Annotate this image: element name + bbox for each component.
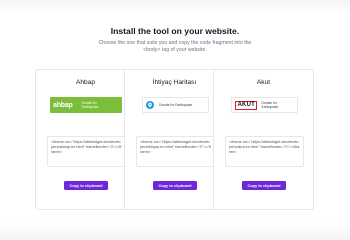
ihtiyac-logo-icon — [146, 101, 154, 109]
ihtiyac-embed-code[interactable]: <iframe src="https://afetwidget.devdevel… — [136, 136, 215, 167]
akut-copy-button[interactable]: Copy to clipboard — [242, 181, 286, 190]
akut-embed-code[interactable]: <iframe src="https://afetwidget.devdevel… — [225, 136, 304, 167]
ihtiyac-badge-label: Donate for Earthquake — [159, 103, 193, 107]
ihtiyac-haritasi-card: İhtiyaç Haritası Donate for Earthquake <… — [124, 69, 225, 210]
card-title-ihtiyac-haritasi: İhtiyaç Haritası — [152, 79, 197, 86]
ahbap-card: Ahbap ahbap Donate for Earthquake <ifram… — [35, 69, 136, 210]
ahbap-donate-badge[interactable]: ahbap Donate for Earthquake — [50, 97, 122, 113]
akut-badge-label: Donate for Earthquake — [261, 101, 279, 109]
ahbap-badge-label: Donate for Earthquake — [81, 101, 99, 109]
ahbap-copy-button[interactable]: Copy to clipboard — [64, 181, 108, 190]
top-background-fade — [0, 0, 350, 14]
ahbap-embed-code[interactable]: <iframe src="https://afetwidget.devdevel… — [47, 136, 126, 167]
bottom-background-fade — [0, 222, 350, 240]
card-title-ahbap: Ahbap — [75, 79, 96, 86]
page-title: Install the tool on your website. — [110, 26, 240, 36]
ahbap-logo: ahbap — [53, 101, 73, 109]
page-subtitle: Choose the one that suits you and copy t… — [98, 40, 252, 53]
akut-logo: AKUT — [235, 100, 258, 110]
akut-card: Akut AKUT Donate for Earthquake <iframe … — [213, 69, 314, 210]
card-title-akut: Akut — [256, 79, 271, 86]
ihtiyac-donate-badge[interactable]: Donate for Earthquake — [142, 97, 209, 113]
ihtiyac-copy-button[interactable]: Copy to clipboard — [153, 181, 197, 190]
akut-donate-badge[interactable]: AKUT Donate for Earthquake — [231, 97, 298, 113]
